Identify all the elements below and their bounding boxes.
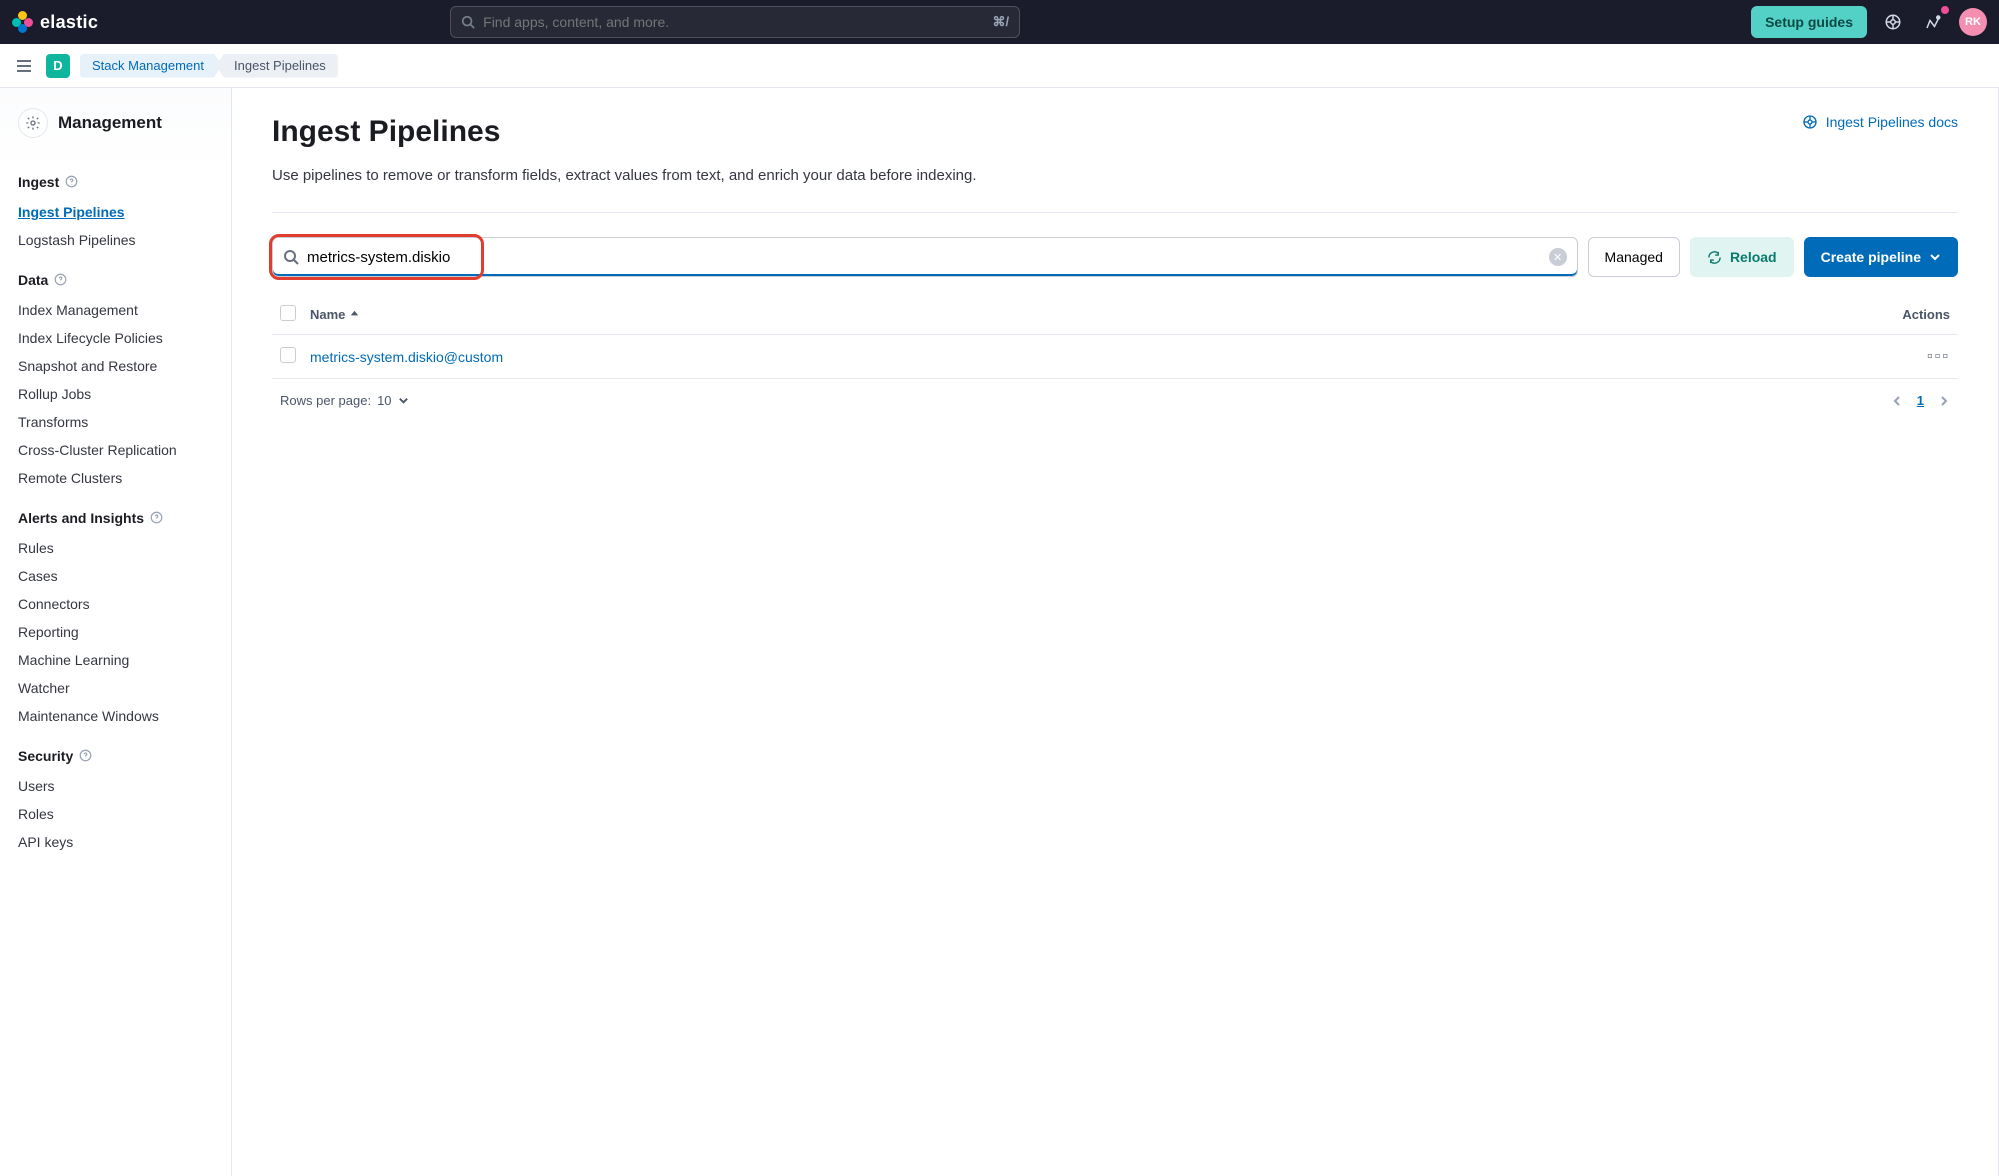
sidebar-item-remote-clusters[interactable]: Remote Clusters bbox=[0, 464, 231, 492]
page-title: Ingest Pipelines bbox=[272, 114, 500, 150]
rows-per-page-value: 10 bbox=[377, 393, 391, 408]
chevron-down-icon bbox=[398, 395, 409, 406]
clear-search-icon[interactable]: ✕ bbox=[1549, 248, 1567, 266]
docs-link[interactable]: Ingest Pipelines docs bbox=[1802, 114, 1958, 130]
search-icon bbox=[461, 15, 475, 29]
setup-guides-button[interactable]: Setup guides bbox=[1751, 6, 1867, 38]
prev-page-icon[interactable] bbox=[1891, 395, 1903, 407]
global-search-input[interactable] bbox=[483, 14, 992, 30]
sort-asc-icon bbox=[349, 309, 360, 320]
elastic-logo-icon bbox=[12, 11, 34, 33]
breadcrumb-item-stack-management[interactable]: Stack Management bbox=[80, 54, 222, 78]
newsfeed-icon[interactable] bbox=[1919, 8, 1947, 36]
column-header-name[interactable]: Name bbox=[310, 307, 1870, 322]
sidebar-item-snapshot-and-restore[interactable]: Snapshot and Restore bbox=[0, 352, 231, 380]
sidebar-item-logstash-pipelines[interactable]: Logstash Pipelines bbox=[0, 226, 231, 254]
row-checkbox[interactable] bbox=[280, 347, 296, 363]
sidebar-item-api-keys[interactable]: API keys bbox=[0, 828, 231, 856]
info-icon[interactable] bbox=[65, 175, 79, 189]
info-icon[interactable] bbox=[79, 749, 93, 763]
page-number[interactable]: 1 bbox=[1917, 393, 1924, 408]
sidebar-title: Management bbox=[58, 113, 162, 133]
user-avatar[interactable]: RK bbox=[1959, 8, 1987, 36]
pipeline-name-link[interactable]: metrics-system.diskio@custom bbox=[310, 349, 1870, 365]
sidebar-item-users[interactable]: Users bbox=[0, 772, 231, 800]
nav-toggle-icon[interactable] bbox=[12, 54, 36, 78]
pipeline-search-input[interactable] bbox=[307, 249, 1549, 266]
managed-filter-button[interactable]: Managed bbox=[1588, 237, 1680, 277]
sidebar: Management Ingest Ingest Pipelines Logst… bbox=[0, 88, 232, 1176]
search-shortcut: ⌘/ bbox=[993, 14, 1010, 30]
page-description: Use pipelines to remove or transform fie… bbox=[272, 164, 992, 188]
create-pipeline-button[interactable]: Create pipeline bbox=[1804, 237, 1958, 277]
sidebar-item-rules[interactable]: Rules bbox=[0, 534, 231, 562]
sidebar-item-cross-cluster-replication[interactable]: Cross-Cluster Replication bbox=[0, 436, 231, 464]
table-footer: Rows per page: 10 1 bbox=[272, 379, 1958, 408]
row-actions-menu[interactable]: ▫▫▫ bbox=[1870, 348, 1950, 366]
sidebar-section-security: Security bbox=[0, 730, 231, 772]
sidebar-item-transforms[interactable]: Transforms bbox=[0, 408, 231, 436]
info-icon[interactable] bbox=[54, 273, 68, 287]
breadcrumb-item-ingest-pipelines[interactable]: Ingest Pipelines bbox=[216, 54, 338, 78]
sidebar-title-row: Management bbox=[0, 108, 231, 156]
docs-link-label: Ingest Pipelines docs bbox=[1826, 114, 1958, 130]
sidebar-section-data: Data bbox=[0, 254, 231, 296]
toolbar: ✕ Managed Reload Create pipeline bbox=[272, 237, 1958, 277]
gear-icon bbox=[18, 108, 48, 138]
pagination: 1 bbox=[1891, 393, 1950, 408]
table-row: metrics-system.diskio@custom ▫▫▫ bbox=[272, 335, 1958, 379]
select-all-checkbox[interactable] bbox=[280, 305, 296, 321]
sidebar-section-ingest: Ingest bbox=[0, 156, 231, 198]
notification-dot bbox=[1941, 6, 1949, 14]
pipelines-table: Name Actions metrics-system.diskio@custo… bbox=[272, 295, 1958, 408]
rows-per-page-label: Rows per page: bbox=[280, 393, 371, 408]
rows-per-page-selector[interactable]: Rows per page: 10 bbox=[280, 393, 409, 408]
reload-label: Reload bbox=[1730, 249, 1777, 265]
sidebar-item-machine-learning[interactable]: Machine Learning bbox=[0, 646, 231, 674]
reload-button[interactable]: Reload bbox=[1690, 237, 1794, 277]
table-header: Name Actions bbox=[272, 295, 1958, 335]
help-icon[interactable] bbox=[1879, 8, 1907, 36]
sidebar-item-index-lifecycle-policies[interactable]: Index Lifecycle Policies bbox=[0, 324, 231, 352]
info-icon[interactable] bbox=[150, 511, 164, 525]
sidebar-item-index-management[interactable]: Index Management bbox=[0, 296, 231, 324]
refresh-icon bbox=[1707, 250, 1722, 265]
sidebar-item-reporting[interactable]: Reporting bbox=[0, 618, 231, 646]
top-header: elastic ⌘/ Setup guides RK bbox=[0, 0, 1999, 44]
sidebar-item-maintenance-windows[interactable]: Maintenance Windows bbox=[0, 702, 231, 730]
chevron-down-icon bbox=[1929, 251, 1941, 263]
sidebar-item-ingest-pipelines[interactable]: Ingest Pipelines bbox=[0, 198, 231, 226]
global-search[interactable]: ⌘/ bbox=[450, 6, 1020, 38]
next-page-icon[interactable] bbox=[1938, 395, 1950, 407]
brand-name: elastic bbox=[40, 12, 98, 33]
sidebar-section-alerts-and-insights: Alerts and Insights bbox=[0, 492, 231, 534]
breadcrumb: Stack Management Ingest Pipelines bbox=[80, 54, 338, 78]
brand-logo[interactable]: elastic bbox=[12, 11, 98, 33]
search-icon bbox=[283, 249, 299, 265]
sidebar-item-rollup-jobs[interactable]: Rollup Jobs bbox=[0, 380, 231, 408]
sidebar-item-connectors[interactable]: Connectors bbox=[0, 590, 231, 618]
boxes-icon: ▫▫▫ bbox=[1927, 348, 1950, 365]
space-badge[interactable]: D bbox=[46, 54, 70, 78]
docs-icon bbox=[1802, 114, 1818, 130]
sidebar-item-cases[interactable]: Cases bbox=[0, 562, 231, 590]
column-header-actions: Actions bbox=[1870, 307, 1950, 322]
divider bbox=[272, 212, 1958, 213]
create-pipeline-label: Create pipeline bbox=[1821, 249, 1921, 265]
pipeline-search[interactable]: ✕ bbox=[272, 237, 1578, 277]
sidebar-item-watcher[interactable]: Watcher bbox=[0, 674, 231, 702]
main-content: Ingest Pipelines Ingest Pipelines docs U… bbox=[232, 88, 1999, 1176]
sub-header: D Stack Management Ingest Pipelines bbox=[0, 44, 1999, 88]
sidebar-item-roles[interactable]: Roles bbox=[0, 800, 231, 828]
